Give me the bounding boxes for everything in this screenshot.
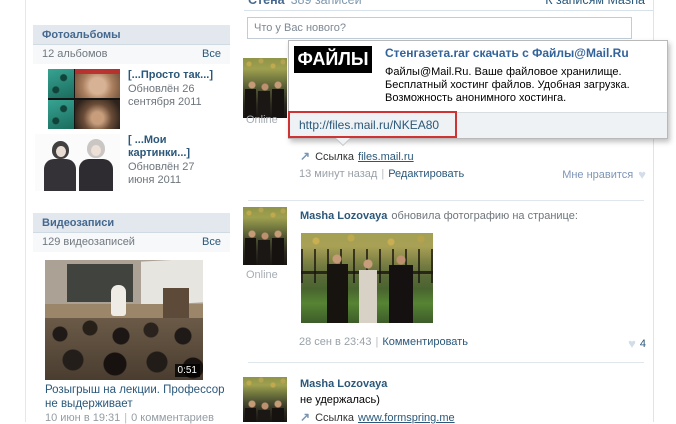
description-line: Бесплатный хостинг файлов. Удобная загру… [385,79,630,91]
post-text: не удержалась) [300,394,380,406]
video-meta: 10 июн в 19:31 | 0 комментариев [45,412,230,424]
to-masha-posts-link[interactable]: К записям Masha [545,0,645,8]
album-thumbnail[interactable] [48,69,120,129]
heart-icon: ♥ [628,336,636,351]
post-header: Masha Lozovaya обновила фотографию на стр… [300,210,578,222]
videos-all-link[interactable]: Все [202,236,221,248]
art-shape [56,146,66,157]
likes-counter[interactable]: ♥ 4 [628,336,646,351]
wall-header: Стена 389 записей К записям Masha [248,0,645,8]
description-line: Файлы@Mail.Ru. Ваше файловое хранилище. [385,66,622,78]
online-status: Online [246,269,278,281]
attachment-link[interactable]: files.mail.ru [358,151,414,163]
separator: | [375,336,379,348]
art-shape [163,288,189,320]
avatar[interactable] [243,207,287,265]
videos-header: Видеозаписи [33,213,230,233]
attachment-label: Ссылка [315,151,355,163]
separator: | [381,168,385,180]
edit-link[interactable]: Редактировать [388,168,464,180]
art-shape [48,100,74,129]
wall-title-group: Стена 389 записей [248,0,362,8]
art-shape [75,69,120,98]
heart-icon: ♥ [638,167,646,182]
videos-module: Видеозаписи Все 129 видеозаписей 0:51 Ро… [33,213,230,424]
album-title-link[interactable]: [ ...Мои картинки...] [128,134,218,160]
video-thumbnail[interactable]: 0:51 [45,260,203,380]
like-label: Мне нравится [562,169,634,181]
videos-count: 129 видеозаписей [42,236,135,248]
description-line: Возможность анонимного хостинга. [385,92,567,104]
online-status: Online [246,114,278,126]
like-button[interactable]: Мне нравится ♥ [562,167,646,182]
album-thumb-box [33,69,120,129]
photo-albums-all-link[interactable]: Все [202,48,221,60]
author-link[interactable]: Masha Lozovaya [300,210,387,222]
wall-title: Стена [248,0,285,7]
page-left-border [25,0,26,422]
author-link[interactable]: Masha Lozovaya [300,378,387,390]
comment-link[interactable]: Комментировать [382,336,468,348]
post-photo[interactable] [301,233,433,323]
video-item: 0:51 Розыгрыш на лекции. Профессор не вы… [33,260,230,424]
art-shape [75,100,120,129]
post-action-text: обновила фотографию на странице: [391,210,578,222]
album-updated-date: Обновлён 26 сентября 2011 [128,83,202,108]
url-highlight-annotation [288,111,457,138]
album-info: [...Просто так...] Обновлён 26 сентября … [128,69,218,129]
album-thumb-box [33,134,120,191]
art-shape [111,285,126,316]
album-item: [ ...Мои картинки...] Обновлён 27 июня 2… [33,134,230,191]
post-attachment-row: ↗ Ссылка files.mail.ru [300,149,414,163]
link-attach-icon: ↗ [300,149,311,163]
album-updated-date: Обновлён 27 июня 2011 [128,161,195,186]
attachment-label: Ссылка [315,412,355,424]
video-duration-badge: 0:51 [174,364,200,377]
post-timestamp: 28 сен в 23:43 [299,336,372,348]
photo-albums-count: 12 альбомов [42,48,108,60]
post-meta-row: 28 сен в 23:43 | Комментировать [299,336,468,348]
wall-header-underline [244,10,653,11]
likes-count: 4 [639,338,646,350]
status-input[interactable] [247,17,632,39]
post-divider [248,362,644,363]
art-shape [79,159,113,191]
post-divider [248,200,644,201]
attachment-link[interactable]: www.formspring.me [358,412,455,424]
video-title-link[interactable]: Розыгрыш на лекции. Профессор не выдержи… [45,383,230,411]
album-title-link[interactable]: [...Просто так...] [128,69,218,82]
art-shape [48,69,74,98]
photo-albums-module: Фотоальбомы Все 12 альбомов [...Просто т… [33,25,230,191]
wall-posts-count: 389 записей [290,0,362,7]
art-shape [44,159,76,191]
post-header: Masha Lozovaya [300,378,387,390]
files-mailru-logo: ФАЙЛЫ [294,46,372,73]
post-meta-row: 13 минут назад | Редактировать [299,168,464,180]
videos-subheader: Все 129 видеозаписей [33,233,230,252]
album-thumbnail[interactable] [35,134,120,191]
album-info: [ ...Мои картинки...] Обновлён 27 июня 2… [128,134,218,191]
album-item: [...Просто так...] Обновлён 26 сентября … [33,69,230,129]
photo-albums-subheader: Все 12 альбомов [33,45,230,64]
post-timestamp: 13 минут назад [299,168,378,180]
photo-albums-header: Фотоальбомы [33,25,230,45]
tooltip-body: ФАЙЛЫ Стенгазета.rar скачать с Файлы@Mai… [289,41,667,112]
art-shape [91,145,101,156]
avatar[interactable] [243,377,287,422]
avatar[interactable] [243,58,287,118]
separator: | [124,412,128,424]
video-comments-link[interactable]: 0 комментариев [131,412,214,424]
video-date: 10 июн в 19:31 [45,412,121,424]
